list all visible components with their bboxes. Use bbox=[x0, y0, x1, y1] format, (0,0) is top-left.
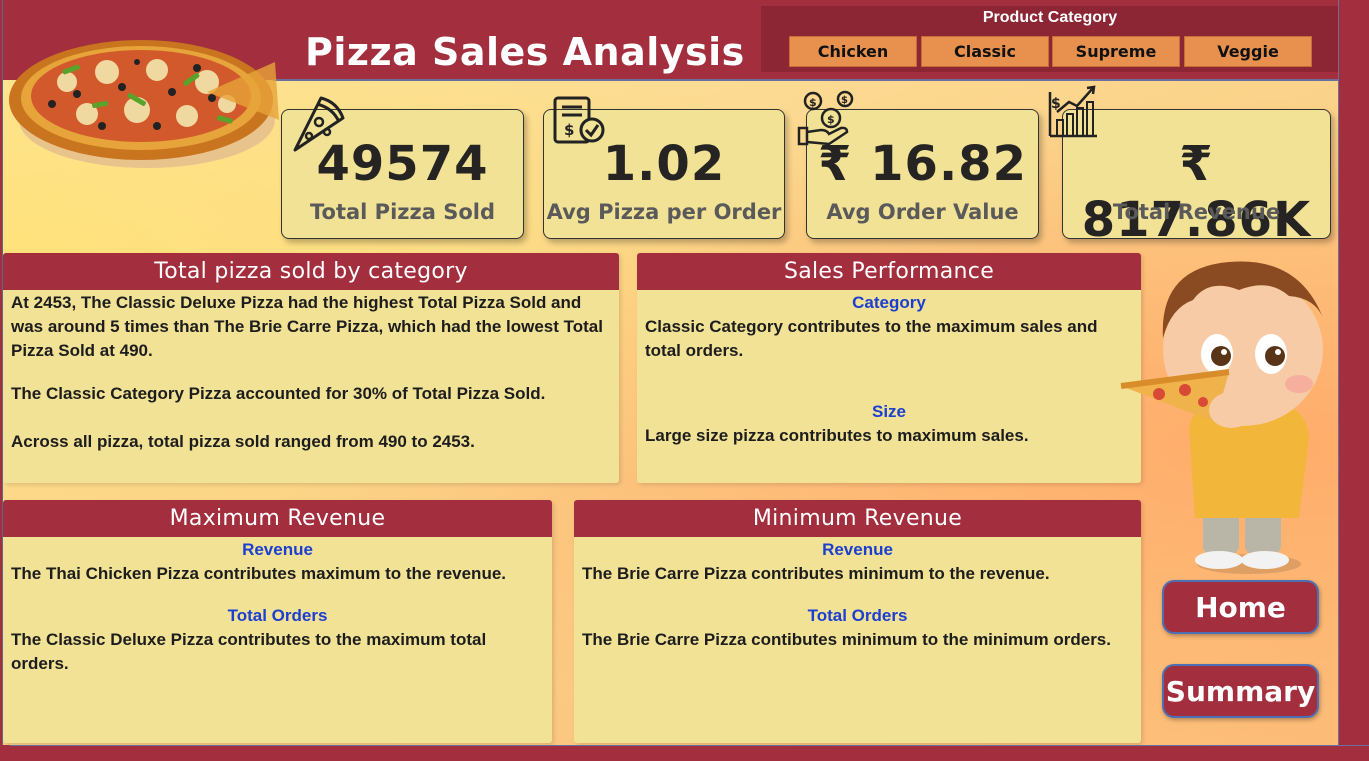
panel-sales-performance: Sales Performance Category Classic Categ… bbox=[637, 253, 1141, 483]
panel-title: Minimum Revenue bbox=[574, 500, 1141, 537]
pizza-illustration bbox=[9, 40, 279, 168]
panel-title: Total pizza sold by category bbox=[3, 253, 619, 290]
subheading-revenue: Revenue bbox=[242, 540, 313, 559]
panel-maximum-revenue: Maximum Revenue Revenue The Thai Chicken… bbox=[3, 500, 552, 743]
subheading-size: Size bbox=[871, 402, 907, 421]
performance-category-text: Classic Category contributes to the maxi… bbox=[645, 317, 1098, 360]
panel-title: Maximum Revenue bbox=[3, 500, 552, 537]
bottom-border-band bbox=[10, 745, 1369, 761]
slicer-option-classic[interactable]: Classic bbox=[921, 36, 1049, 67]
category-insight-1: At 2453, The Classic Deluxe Pizza had th… bbox=[11, 293, 603, 360]
min-orders-text: The Brie Carre Pizza contibutes minimum … bbox=[582, 630, 1111, 649]
page-title: Pizza Sales Analysis bbox=[305, 30, 745, 74]
kpi-label: Total Pizza Sold bbox=[310, 200, 495, 224]
svg-text:$: $ bbox=[564, 121, 574, 139]
subheading-category: Category bbox=[852, 293, 926, 312]
panel-title: Sales Performance bbox=[637, 253, 1141, 290]
invoice-check-icon: $ bbox=[553, 96, 605, 144]
panel-category: Total pizza sold by category At 2453, Th… bbox=[3, 253, 619, 483]
svg-text:$: $ bbox=[827, 113, 835, 126]
slicer-option-veggie[interactable]: Veggie bbox=[1184, 36, 1312, 67]
category-insight-3: Across all pizza, total pizza sold range… bbox=[11, 432, 475, 451]
slicer-title: Product Category bbox=[982, 9, 1118, 26]
slicer-option-chicken[interactable]: Chicken bbox=[789, 36, 917, 67]
growth-chart-icon: $ bbox=[1048, 85, 1097, 138]
kid-eating-pizza-illustration bbox=[1120, 261, 1323, 574]
dashboard-canvas: Pizza Sales Analysis Product Category Ch… bbox=[2, 0, 1338, 745]
max-revenue-text: The Thai Chicken Pizza contributes maxim… bbox=[11, 564, 507, 583]
kpi-label: Avg Pizza per Order bbox=[546, 200, 782, 224]
subheading-total-orders: Total Orders bbox=[807, 606, 908, 625]
subheading-revenue: Revenue bbox=[822, 540, 893, 559]
category-insight-2: The Classic Category Pizza accounted for… bbox=[11, 384, 546, 403]
svg-text:$: $ bbox=[809, 96, 817, 109]
slicer-option-supreme[interactable]: Supreme bbox=[1052, 36, 1180, 67]
max-orders-text: The Classic Deluxe Pizza contributes to … bbox=[11, 630, 487, 673]
right-border-band bbox=[1338, 0, 1369, 761]
panel-minimum-revenue: Minimum Revenue Revenue The Brie Carre P… bbox=[574, 500, 1141, 743]
pizza-slice-icon bbox=[293, 96, 345, 152]
kpi-value: ₹ 817.86K bbox=[1081, 136, 1312, 248]
kpi-label: Total Revenue bbox=[1112, 200, 1281, 224]
svg-text:$: $ bbox=[841, 95, 848, 106]
header-divider bbox=[273, 79, 1338, 81]
min-revenue-text: The Brie Carre Pizza contributes minimum… bbox=[582, 564, 1050, 583]
performance-size-text: Large size pizza contributes to maximum … bbox=[645, 426, 1029, 445]
product-category-slicer: Product Category Chicken Classic Supreme… bbox=[761, 6, 1338, 72]
kpi-total-revenue: ₹ 817.86K Total Revenue bbox=[1062, 109, 1331, 248]
hand-coins-icon: $ $ $ bbox=[797, 90, 854, 146]
summary-button[interactable]: Summary bbox=[1162, 664, 1319, 718]
kpi-label: Avg Order Value bbox=[826, 200, 1019, 224]
home-button[interactable]: Home bbox=[1162, 580, 1319, 634]
subheading-total-orders: Total Orders bbox=[227, 606, 328, 625]
